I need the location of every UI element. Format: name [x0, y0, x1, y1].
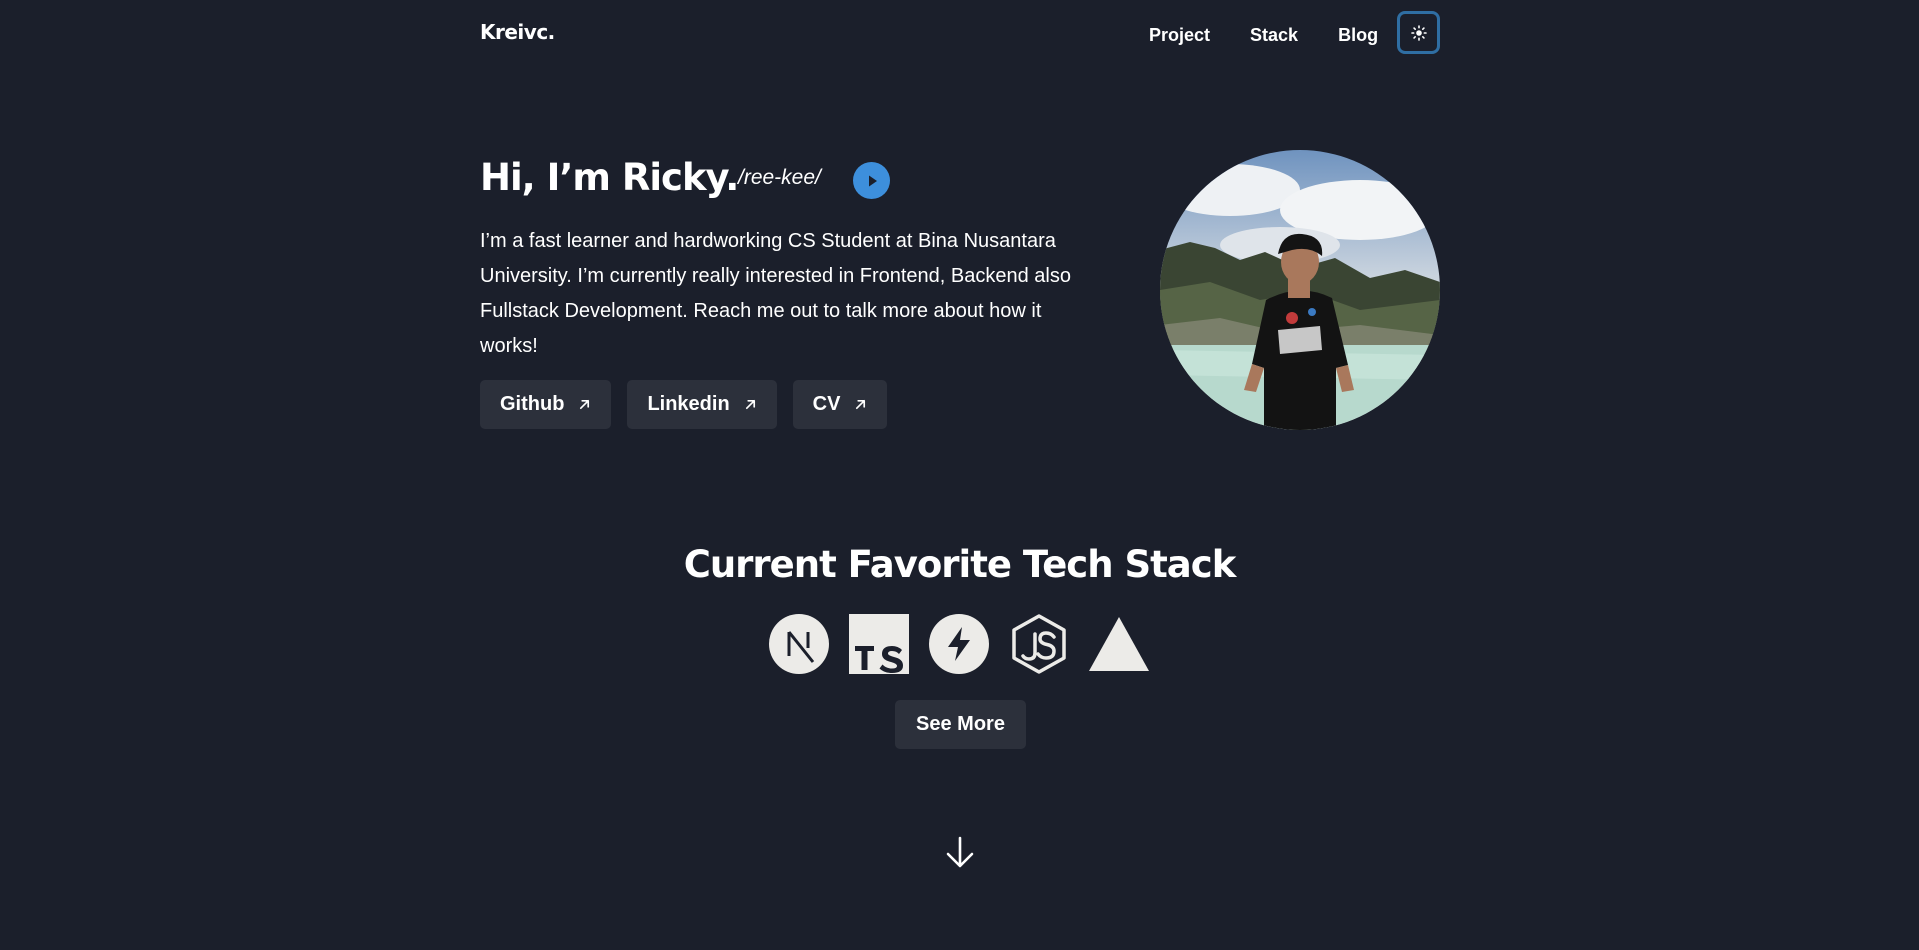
cv-link-label: CV	[812, 393, 841, 415]
linkedin-link-label: Linkedin	[647, 393, 730, 415]
external-arrow-icon	[854, 398, 867, 411]
hero-greeting: Hi, I’m Ricky.	[480, 156, 739, 199]
name-pronunciation: /ree-kee/	[738, 166, 821, 189]
play-pronunciation-button[interactable]	[853, 162, 890, 199]
external-arrow-icon	[744, 398, 757, 411]
site-logo[interactable]: Kreivc.	[480, 20, 555, 44]
arrow-down-icon[interactable]	[944, 835, 976, 869]
linkedin-link-button[interactable]: Linkedin	[627, 380, 777, 429]
nav-item-project[interactable]: Project	[1149, 24, 1210, 46]
tech-stack-icons	[769, 614, 1149, 674]
sun-icon	[1410, 24, 1427, 41]
hero-bio: I’m a fast learner and hardworking CS St…	[480, 230, 1071, 357]
external-arrow-icon	[578, 398, 591, 411]
nextjs-icon	[769, 614, 829, 674]
supabase-icon	[929, 614, 989, 674]
theme-toggle-button[interactable]	[1397, 11, 1440, 54]
page: Kreivc. Project Stack Blog Hi, I’m Ricky…	[0, 0, 1919, 950]
see-more-button[interactable]: See More	[895, 700, 1026, 749]
main-nav: Project Stack Blog	[1149, 24, 1378, 46]
profile-photo	[1160, 150, 1440, 430]
github-link-label: Github	[500, 393, 565, 415]
cv-link-button[interactable]: CV	[792, 380, 888, 429]
social-links: Github Linkedin CV	[480, 380, 903, 429]
nav-item-blog[interactable]: Blog	[1338, 24, 1378, 46]
tech-stack-title: Current Favorite Tech Stack	[683, 543, 1237, 586]
typescript-icon	[849, 614, 909, 674]
nodejs-icon	[1012, 614, 1066, 674]
vercel-icon	[1089, 617, 1149, 671]
nav-item-stack[interactable]: Stack	[1250, 24, 1298, 46]
play-icon	[868, 175, 877, 186]
github-link-button[interactable]: Github	[480, 380, 612, 429]
